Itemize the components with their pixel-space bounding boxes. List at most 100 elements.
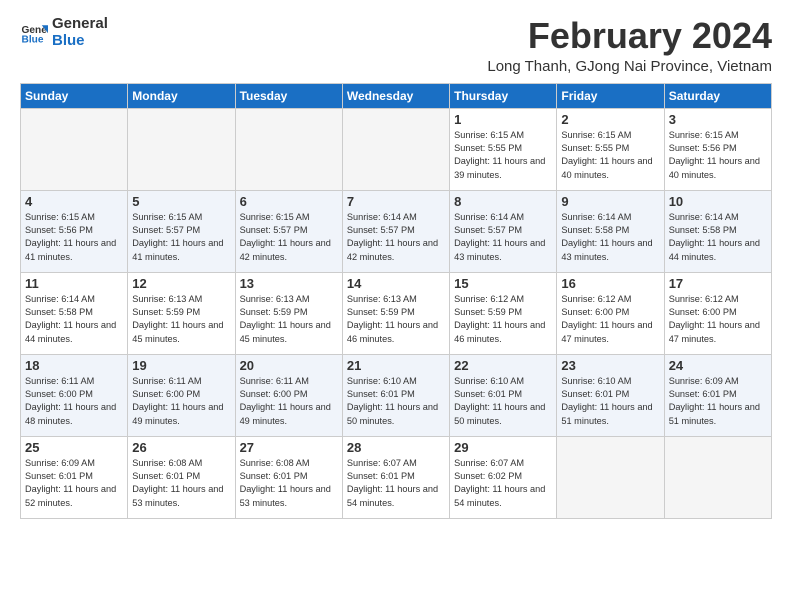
day-info: Sunrise: 6:15 AMSunset: 5:57 PMDaylight:… bbox=[132, 211, 230, 264]
weekday-header-wednesday: Wednesday bbox=[342, 83, 449, 108]
calendar-cell: 24 Sunrise: 6:09 AMSunset: 6:01 PMDayligh… bbox=[664, 354, 771, 436]
calendar-title: February 2024 bbox=[487, 16, 772, 56]
calendar-cell bbox=[664, 436, 771, 518]
calendar-cell: 6 Sunrise: 6:15 AMSunset: 5:57 PMDaylight… bbox=[235, 190, 342, 272]
header: General Blue General Blue February 2024 … bbox=[20, 16, 772, 75]
calendar-cell: 3Sunrise: 6:15 AMSunset: 5:56 PMDaylight… bbox=[664, 108, 771, 190]
day-number: 6 bbox=[240, 194, 338, 209]
calendar-header-row: SundayMondayTuesdayWednesdayThursdayFrid… bbox=[21, 83, 772, 108]
title-block: February 2024 Long Thanh, GJong Nai Prov… bbox=[487, 16, 772, 75]
calendar-week-row: 4 Sunrise: 6:15 AMSunset: 5:56 PMDaylight… bbox=[21, 190, 772, 272]
calendar-week-row: 18 Sunrise: 6:11 AMSunset: 6:00 PMDayligh… bbox=[21, 354, 772, 436]
day-number: 10 bbox=[669, 194, 767, 209]
calendar-cell bbox=[128, 108, 235, 190]
day-info: Sunrise: 6:11 AMSunset: 6:00 PMDaylight:… bbox=[25, 375, 123, 428]
day-number: 14 bbox=[347, 276, 445, 291]
day-number: 25 bbox=[25, 440, 123, 455]
calendar-cell: 17Sunrise: 6:12 AMSunset: 6:00 PMDayligh… bbox=[664, 272, 771, 354]
weekday-header-monday: Monday bbox=[128, 83, 235, 108]
day-number: 29 bbox=[454, 440, 552, 455]
calendar-cell: 1 Sunrise: 6:15 AMSunset: 5:55 PMDaylight… bbox=[450, 108, 557, 190]
calendar-cell bbox=[235, 108, 342, 190]
day-info: Sunrise: 6:09 AMSunset: 6:01 PMDaylight:… bbox=[669, 375, 767, 428]
weekday-header-tuesday: Tuesday bbox=[235, 83, 342, 108]
day-number: 9 bbox=[561, 194, 659, 209]
calendar-cell: 12Sunrise: 6:13 AMSunset: 5:59 PMDayligh… bbox=[128, 272, 235, 354]
calendar-week-row: 25 Sunrise: 6:09 AMSunset: 6:01 PMDayligh… bbox=[21, 436, 772, 518]
calendar-week-row: 1 Sunrise: 6:15 AMSunset: 5:55 PMDaylight… bbox=[21, 108, 772, 190]
day-info: Sunrise: 6:08 AMSunset: 6:01 PMDaylight:… bbox=[240, 457, 338, 510]
calendar-cell: 19 Sunrise: 6:11 AMSunset: 6:00 PMDayligh… bbox=[128, 354, 235, 436]
day-number: 20 bbox=[240, 358, 338, 373]
calendar-cell: 14 Sunrise: 6:13 AMSunset: 5:59 PMDayligh… bbox=[342, 272, 449, 354]
day-info: Sunrise: 6:15 AMSunset: 5:55 PMDaylight:… bbox=[561, 129, 659, 182]
calendar-cell: 2 Sunrise: 6:15 AMSunset: 5:55 PMDaylight… bbox=[557, 108, 664, 190]
day-info: Sunrise: 6:15 AMSunset: 5:56 PMDaylight:… bbox=[25, 211, 123, 264]
calendar-cell: 26 Sunrise: 6:08 AMSunset: 6:01 PMDayligh… bbox=[128, 436, 235, 518]
calendar-week-row: 11Sunrise: 6:14 AMSunset: 5:58 PMDayligh… bbox=[21, 272, 772, 354]
logo-name-line1: General bbox=[52, 16, 108, 33]
day-number: 13 bbox=[240, 276, 338, 291]
logo-name-line2: Blue bbox=[52, 33, 108, 50]
day-info: Sunrise: 6:15 AMSunset: 5:55 PMDaylight:… bbox=[454, 129, 552, 182]
calendar-cell: 7Sunrise: 6:14 AMSunset: 5:57 PMDaylight… bbox=[342, 190, 449, 272]
calendar-cell: 16Sunrise: 6:12 AMSunset: 6:00 PMDayligh… bbox=[557, 272, 664, 354]
day-info: Sunrise: 6:14 AMSunset: 5:57 PMDaylight:… bbox=[454, 211, 552, 264]
day-number: 18 bbox=[25, 358, 123, 373]
day-number: 4 bbox=[25, 194, 123, 209]
day-number: 23 bbox=[561, 358, 659, 373]
calendar-cell: 8 Sunrise: 6:14 AMSunset: 5:57 PMDaylight… bbox=[450, 190, 557, 272]
day-info: Sunrise: 6:08 AMSunset: 6:01 PMDaylight:… bbox=[132, 457, 230, 510]
calendar-cell bbox=[21, 108, 128, 190]
calendar-cell: 5 Sunrise: 6:15 AMSunset: 5:57 PMDaylight… bbox=[128, 190, 235, 272]
day-info: Sunrise: 6:07 AMSunset: 6:01 PMDaylight:… bbox=[347, 457, 445, 510]
day-number: 26 bbox=[132, 440, 230, 455]
day-info: Sunrise: 6:14 AMSunset: 5:58 PMDaylight:… bbox=[669, 211, 767, 264]
calendar-cell: 11Sunrise: 6:14 AMSunset: 5:58 PMDayligh… bbox=[21, 272, 128, 354]
calendar-cell: 25 Sunrise: 6:09 AMSunset: 6:01 PMDayligh… bbox=[21, 436, 128, 518]
calendar-cell: 18 Sunrise: 6:11 AMSunset: 6:00 PMDayligh… bbox=[21, 354, 128, 436]
day-info: Sunrise: 6:14 AMSunset: 5:57 PMDaylight:… bbox=[347, 211, 445, 264]
day-number: 24 bbox=[669, 358, 767, 373]
day-number: 22 bbox=[454, 358, 552, 373]
calendar-cell: 29Sunrise: 6:07 AMSunset: 6:02 PMDayligh… bbox=[450, 436, 557, 518]
day-info: Sunrise: 6:13 AMSunset: 5:59 PMDaylight:… bbox=[240, 293, 338, 346]
day-number: 1 bbox=[454, 112, 552, 127]
day-number: 11 bbox=[25, 276, 123, 291]
day-number: 19 bbox=[132, 358, 230, 373]
calendar-subtitle: Long Thanh, GJong Nai Province, Vietnam bbox=[487, 58, 772, 75]
day-number: 21 bbox=[347, 358, 445, 373]
weekday-header-thursday: Thursday bbox=[450, 83, 557, 108]
calendar-cell: 22 Sunrise: 6:10 AMSunset: 6:01 PMDayligh… bbox=[450, 354, 557, 436]
calendar-cell: 15 Sunrise: 6:12 AMSunset: 5:59 PMDayligh… bbox=[450, 272, 557, 354]
day-info: Sunrise: 6:15 AMSunset: 5:57 PMDaylight:… bbox=[240, 211, 338, 264]
day-info: Sunrise: 6:09 AMSunset: 6:01 PMDaylight:… bbox=[25, 457, 123, 510]
day-info: Sunrise: 6:12 AMSunset: 6:00 PMDaylight:… bbox=[561, 293, 659, 346]
weekday-header-sunday: Sunday bbox=[21, 83, 128, 108]
day-info: Sunrise: 6:11 AMSunset: 6:00 PMDaylight:… bbox=[132, 375, 230, 428]
logo-icon: General Blue bbox=[20, 19, 48, 47]
day-number: 15 bbox=[454, 276, 552, 291]
day-info: Sunrise: 6:12 AMSunset: 5:59 PMDaylight:… bbox=[454, 293, 552, 346]
calendar-cell: 20 Sunrise: 6:11 AMSunset: 6:00 PMDayligh… bbox=[235, 354, 342, 436]
day-number: 8 bbox=[454, 194, 552, 209]
day-number: 12 bbox=[132, 276, 230, 291]
calendar-cell: 23Sunrise: 6:10 AMSunset: 6:01 PMDayligh… bbox=[557, 354, 664, 436]
calendar-cell: 9Sunrise: 6:14 AMSunset: 5:58 PMDaylight… bbox=[557, 190, 664, 272]
day-info: Sunrise: 6:13 AMSunset: 5:59 PMDaylight:… bbox=[347, 293, 445, 346]
day-info: Sunrise: 6:15 AMSunset: 5:56 PMDaylight:… bbox=[669, 129, 767, 182]
day-info: Sunrise: 6:10 AMSunset: 6:01 PMDaylight:… bbox=[454, 375, 552, 428]
calendar-cell: 13 Sunrise: 6:13 AMSunset: 5:59 PMDayligh… bbox=[235, 272, 342, 354]
weekday-header-saturday: Saturday bbox=[664, 83, 771, 108]
day-number: 5 bbox=[132, 194, 230, 209]
calendar-cell: 4 Sunrise: 6:15 AMSunset: 5:56 PMDaylight… bbox=[21, 190, 128, 272]
day-info: Sunrise: 6:12 AMSunset: 6:00 PMDaylight:… bbox=[669, 293, 767, 346]
calendar-cell: 28 Sunrise: 6:07 AMSunset: 6:01 PMDayligh… bbox=[342, 436, 449, 518]
day-number: 2 bbox=[561, 112, 659, 127]
day-number: 28 bbox=[347, 440, 445, 455]
day-number: 27 bbox=[240, 440, 338, 455]
logo: General Blue General Blue bbox=[20, 16, 108, 49]
day-info: Sunrise: 6:11 AMSunset: 6:00 PMDaylight:… bbox=[240, 375, 338, 428]
weekday-header-friday: Friday bbox=[557, 83, 664, 108]
calendar-cell: 21Sunrise: 6:10 AMSunset: 6:01 PMDayligh… bbox=[342, 354, 449, 436]
